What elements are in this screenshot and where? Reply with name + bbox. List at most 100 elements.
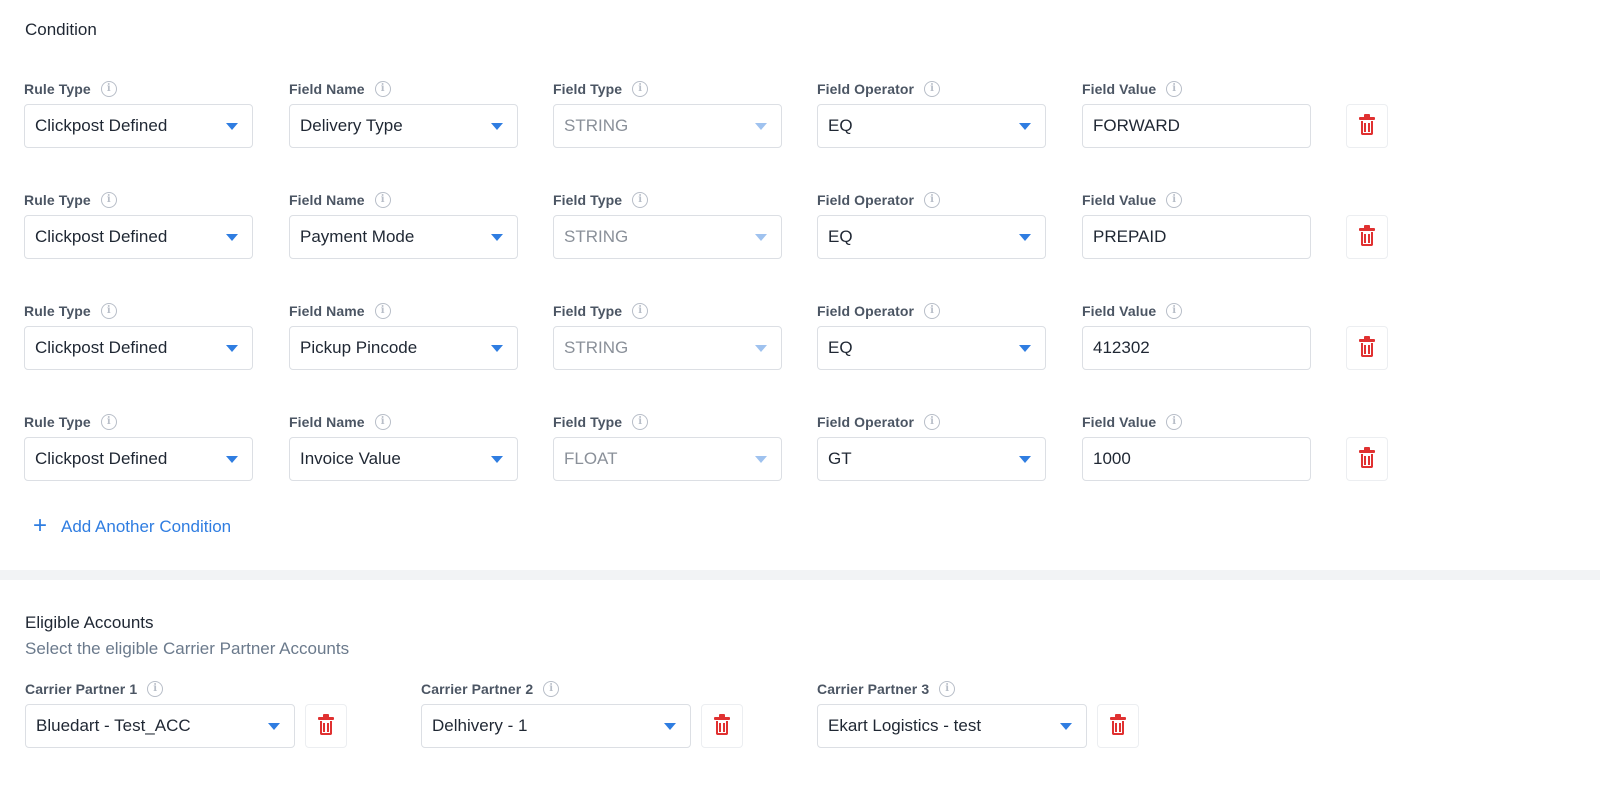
info-icon[interactable]: i bbox=[100, 192, 117, 208]
chevron-down-icon bbox=[226, 456, 238, 463]
condition-row: Rule Type i Clickpost Defined Field Name i… bbox=[0, 191, 1600, 303]
field-value-label: Field Value bbox=[1082, 81, 1157, 97]
field-operator-label: Field Operator bbox=[817, 414, 915, 430]
field-type-value: STRING bbox=[564, 116, 629, 135]
info-icon[interactable]: i bbox=[374, 414, 391, 430]
chevron-down-icon bbox=[755, 234, 767, 241]
field-name-value: Payment Mode bbox=[300, 227, 415, 246]
trash-icon bbox=[1359, 114, 1375, 135]
info-icon[interactable]: i bbox=[924, 303, 941, 319]
field-operator-select[interactable]: EQ bbox=[817, 104, 1046, 148]
rule-type-label: Rule Type bbox=[24, 303, 91, 319]
carrier-partner-value: Ekart Logistics - test bbox=[828, 716, 982, 735]
info-icon[interactable]: i bbox=[1166, 303, 1183, 319]
field-name-select[interactable]: Payment Mode bbox=[289, 215, 518, 259]
info-icon[interactable]: i bbox=[147, 681, 164, 697]
plus-icon: + bbox=[33, 512, 48, 539]
field-operator-label: Field Operator bbox=[817, 192, 915, 208]
rule-type-value: Clickpost Defined bbox=[35, 449, 168, 468]
info-icon[interactable]: i bbox=[632, 192, 649, 208]
field-name-label: Field Name bbox=[289, 414, 365, 430]
info-icon[interactable]: i bbox=[632, 303, 649, 319]
trash-icon bbox=[714, 714, 730, 735]
add-condition-label: Add Another Condition bbox=[61, 517, 232, 536]
field-value-input[interactable]: 1000 bbox=[1082, 437, 1311, 481]
field-name-value: Invoice Value bbox=[300, 449, 401, 468]
info-icon[interactable]: i bbox=[374, 81, 391, 97]
carrier-partner-label: Carrier Partner 2 bbox=[421, 681, 534, 697]
field-operator-label: Field Operator bbox=[817, 303, 915, 319]
chevron-down-icon bbox=[491, 123, 503, 130]
carrier-partner-select[interactable]: Delhivery - 1 bbox=[421, 704, 691, 748]
info-icon[interactable]: i bbox=[100, 414, 117, 430]
info-icon[interactable]: i bbox=[374, 303, 391, 319]
field-name-select[interactable]: Pickup Pincode bbox=[289, 326, 518, 370]
condition-row: Rule Type i Clickpost Defined Field Name i… bbox=[0, 80, 1600, 192]
field-name-label: Field Name bbox=[289, 81, 365, 97]
delete-partner-button[interactable] bbox=[1097, 704, 1139, 748]
carrier-partner-select[interactable]: Bluedart - Test_ACC bbox=[25, 704, 295, 748]
field-value-input[interactable]: PREPAID bbox=[1082, 215, 1311, 259]
info-icon[interactable]: i bbox=[924, 192, 941, 208]
info-icon[interactable]: i bbox=[543, 681, 560, 697]
chevron-down-icon bbox=[664, 723, 676, 730]
delete-condition-button[interactable] bbox=[1346, 326, 1388, 370]
field-type-label: Field Type bbox=[553, 414, 623, 430]
field-value-input[interactable]: FORWARD bbox=[1082, 104, 1311, 148]
chevron-down-icon bbox=[491, 456, 503, 463]
info-icon[interactable]: i bbox=[632, 81, 649, 97]
field-name-select[interactable]: Invoice Value bbox=[289, 437, 518, 481]
delete-partner-button[interactable] bbox=[701, 704, 743, 748]
rule-type-label: Rule Type bbox=[24, 81, 91, 97]
chevron-down-icon bbox=[755, 456, 767, 463]
trash-icon bbox=[1359, 447, 1375, 468]
field-value-input[interactable]: 412302 bbox=[1082, 326, 1311, 370]
chevron-down-icon bbox=[491, 345, 503, 352]
delete-partner-button[interactable] bbox=[305, 704, 347, 748]
field-name-value: Pickup Pincode bbox=[300, 338, 418, 357]
rule-type-select[interactable]: Clickpost Defined bbox=[24, 104, 253, 148]
chevron-down-icon bbox=[1019, 123, 1031, 130]
info-icon[interactable]: i bbox=[374, 192, 391, 208]
chevron-down-icon bbox=[268, 723, 280, 730]
info-icon[interactable]: i bbox=[924, 414, 941, 430]
info-icon[interactable]: i bbox=[939, 681, 956, 697]
field-type-select: STRING bbox=[553, 215, 782, 259]
condition-row: Rule Type i Clickpost Defined Field Name i… bbox=[0, 302, 1600, 414]
chevron-down-icon bbox=[755, 345, 767, 352]
delete-condition-button[interactable] bbox=[1346, 437, 1388, 481]
field-name-select[interactable]: Delivery Type bbox=[289, 104, 518, 148]
field-operator-select[interactable]: EQ bbox=[817, 326, 1046, 370]
field-name-label: Field Name bbox=[289, 192, 365, 208]
info-icon[interactable]: i bbox=[1166, 81, 1183, 97]
eligible-accounts-subtitle: Select the eligible Carrier Partner Acco… bbox=[25, 639, 350, 658]
trash-icon bbox=[1359, 225, 1375, 246]
rule-type-select[interactable]: Clickpost Defined bbox=[24, 326, 253, 370]
field-type-label: Field Type bbox=[553, 303, 623, 319]
field-operator-value: EQ bbox=[828, 116, 853, 135]
chevron-down-icon bbox=[226, 345, 238, 352]
field-operator-value: EQ bbox=[828, 227, 853, 246]
rule-type-select[interactable]: Clickpost Defined bbox=[24, 215, 253, 259]
info-icon[interactable]: i bbox=[100, 303, 117, 319]
info-icon[interactable]: i bbox=[1166, 192, 1183, 208]
carrier-partner-select[interactable]: Ekart Logistics - test bbox=[817, 704, 1087, 748]
field-name-value: Delivery Type bbox=[300, 116, 403, 135]
info-icon[interactable]: i bbox=[100, 81, 117, 97]
info-icon[interactable]: i bbox=[924, 81, 941, 97]
field-operator-select[interactable]: EQ bbox=[817, 215, 1046, 259]
field-operator-value: GT bbox=[828, 449, 852, 468]
chevron-down-icon bbox=[226, 234, 238, 241]
rule-type-value: Clickpost Defined bbox=[35, 227, 168, 246]
delete-condition-button[interactable] bbox=[1346, 215, 1388, 259]
info-icon[interactable]: i bbox=[632, 414, 649, 430]
info-icon[interactable]: i bbox=[1166, 414, 1183, 430]
field-operator-select[interactable]: GT bbox=[817, 437, 1046, 481]
field-name-label: Field Name bbox=[289, 303, 365, 319]
field-type-label: Field Type bbox=[553, 192, 623, 208]
delete-condition-button[interactable] bbox=[1346, 104, 1388, 148]
rule-type-label: Rule Type bbox=[24, 192, 91, 208]
field-type-select: STRING bbox=[553, 104, 782, 148]
add-condition-button[interactable]: + Add Another Condition bbox=[33, 512, 232, 539]
rule-type-select[interactable]: Clickpost Defined bbox=[24, 437, 253, 481]
